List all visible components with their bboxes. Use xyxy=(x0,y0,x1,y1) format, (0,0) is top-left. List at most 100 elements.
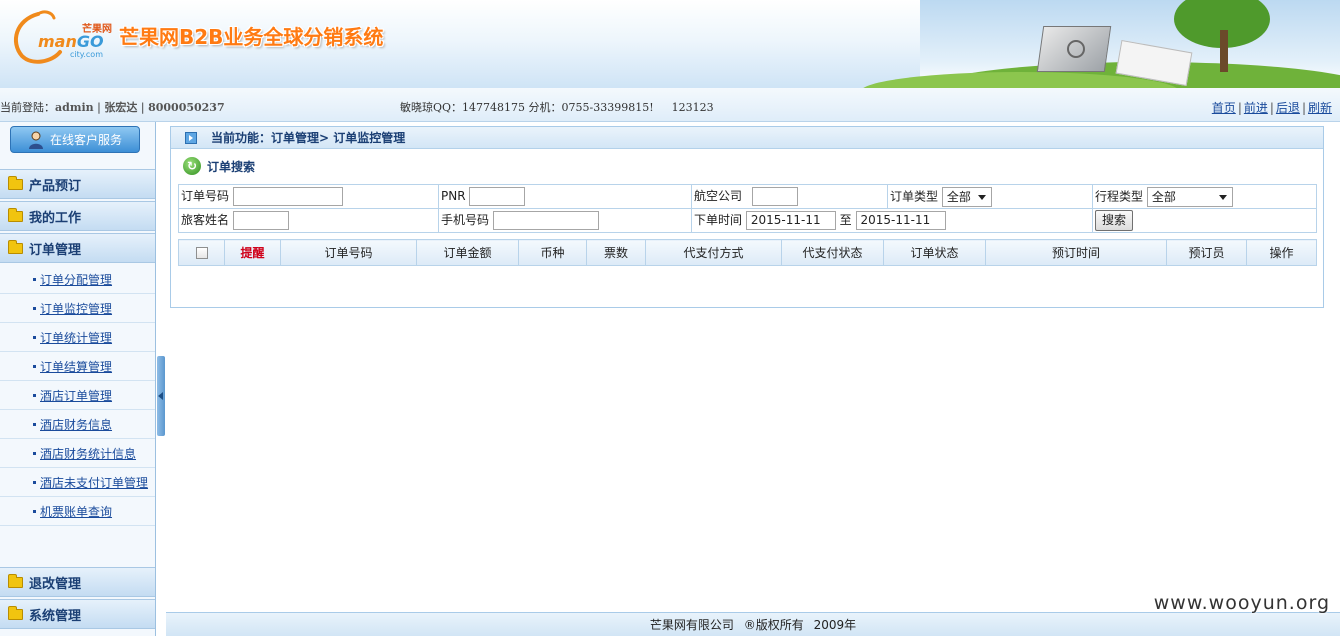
folder-icon xyxy=(8,573,23,588)
airline-input[interactable] xyxy=(751,187,798,206)
order-type-select[interactable]: 全部 xyxy=(941,186,992,207)
pnr-cell: PNR xyxy=(438,184,692,209)
online-service-label: 在线客户服务 xyxy=(49,133,122,147)
col-payment-status: 代支付状态 xyxy=(781,239,884,266)
folder-icon xyxy=(8,175,23,190)
watermark: www.wooyun.org xyxy=(1153,592,1330,614)
date-to-label: 至 xyxy=(839,213,852,227)
order-type-cell: 订单类型 全部 xyxy=(887,184,1093,209)
site-title: 芒果网B2B业务全球分销系统 xyxy=(119,25,384,49)
submenu-ticket-bills[interactable]: 机票账单查询 xyxy=(0,497,155,526)
menu-system-management[interactable]: 系统管理 xyxy=(0,599,155,629)
current-function-bar: 当前功能：订单管理> 订单监控管理 xyxy=(171,127,1323,149)
sidebar-collapse-handle[interactable] xyxy=(157,356,165,436)
submenu-hotel-unpaid[interactable]: 酒店未支付订单管理 xyxy=(0,468,155,497)
laptop-logo xyxy=(1067,40,1085,58)
header-row: 提醒 订单号码 订单金额 币种 票数 代支付方式 代支付状态 订单状态 预订时间… xyxy=(178,239,1317,266)
contact-code: 123123 xyxy=(671,101,714,114)
submenu-order-statistics[interactable]: 订单统计管理 xyxy=(0,323,155,352)
current-function-text: 当前功能：订单管理> 订单监控管理 xyxy=(211,131,406,145)
order-time-label: 下单时间 xyxy=(694,213,743,227)
nav-forward-link[interactable]: 前进 xyxy=(1244,101,1268,115)
footer-year: 2009年 xyxy=(813,618,857,632)
airline-cell: 航空公司 xyxy=(691,184,888,209)
col-order-amount: 订单金额 xyxy=(416,239,519,266)
date-from-input[interactable]: 2015-11-11 xyxy=(745,211,836,230)
search-button-cell: 搜索 xyxy=(1092,208,1317,233)
submenu-hotel-orders[interactable]: 酒店订单管理 xyxy=(0,381,155,410)
pnr-input[interactable] xyxy=(469,187,526,206)
select-all-cell xyxy=(178,239,225,266)
menu-label: 订单管理 xyxy=(29,242,82,258)
bullet-icon xyxy=(33,451,36,455)
folder-icon xyxy=(8,239,23,254)
passenger-input[interactable] xyxy=(232,211,289,230)
search-title: 订单搜索 xyxy=(207,159,256,174)
col-remind: 提醒 xyxy=(224,239,281,266)
separator: | xyxy=(140,101,145,114)
header-banner: 芒果网 manGO city.com 芒果网B2B业务全球分销系统 xyxy=(0,0,1340,88)
arrow-box-icon xyxy=(185,131,197,144)
chevron-down-icon xyxy=(1218,194,1227,200)
passenger-label: 旅客姓名 xyxy=(181,213,230,227)
submenu-order-allocation[interactable]: 订单分配管理 xyxy=(0,265,155,294)
submenu-link[interactable]: 机票账单查询 xyxy=(40,503,112,520)
search-button[interactable]: 搜索 xyxy=(1095,210,1134,231)
nav-home-link[interactable]: 首页 xyxy=(1212,101,1236,115)
submenu-link[interactable]: 订单统计管理 xyxy=(40,329,112,346)
tree-trunk xyxy=(1220,30,1228,72)
order-type-value: 全部 xyxy=(946,189,971,204)
mobile-input[interactable] xyxy=(492,211,599,230)
order-no-input[interactable] xyxy=(232,187,343,206)
order-submenu: 订单分配管理 订单监控管理 订单统计管理 订单结算管理 酒店订单管理 酒店财务信… xyxy=(0,265,155,526)
airline-label: 航空公司 xyxy=(694,189,743,203)
search-section-title: ↻ 订单搜索 xyxy=(171,149,1323,183)
login-name: 张宏达 xyxy=(104,101,138,114)
col-booker: 预订员 xyxy=(1166,239,1247,266)
submenu-link[interactable]: 酒店未支付订单管理 xyxy=(40,474,148,491)
submenu-link[interactable]: 订单结算管理 xyxy=(40,358,112,375)
bullet-icon xyxy=(33,422,36,426)
select-all-checkbox[interactable] xyxy=(195,247,208,259)
folder-icon xyxy=(8,605,23,620)
menu-label: 系统管理 xyxy=(29,608,82,624)
trip-type-value: 全部 xyxy=(1151,189,1176,204)
person-icon xyxy=(28,131,43,149)
footer-company: 芒果网有限公司 xyxy=(649,618,734,632)
separator: | xyxy=(97,101,101,114)
bullet-icon xyxy=(33,480,36,484)
date-to-input[interactable]: 2015-11-11 xyxy=(855,211,946,230)
mango-logo: 芒果网 manGO city.com xyxy=(8,8,112,66)
col-currency: 币种 xyxy=(518,239,587,266)
submenu-hotel-finance-stats[interactable]: 酒店财务统计信息 xyxy=(0,439,155,468)
submenu-order-monitor[interactable]: 订单监控管理 xyxy=(0,294,155,323)
logo-man: man xyxy=(38,32,77,51)
search-row: 订单号码 PNR 航空公司 订单类型 全部 行程类型 全部 xyxy=(178,184,1317,209)
main-panel: 当前功能：订单管理> 订单监控管理 ↻ 订单搜索 订单号码 PNR 航空公司 订… xyxy=(170,126,1324,308)
menu-label: 退改管理 xyxy=(29,576,82,592)
online-service-button[interactable]: 在线客户服务 xyxy=(10,126,140,153)
submenu-hotel-finance[interactable]: 酒店财务信息 xyxy=(0,410,155,439)
pnr-label: PNR xyxy=(441,189,466,203)
trip-type-label: 行程类型 xyxy=(1095,189,1144,203)
submenu-link[interactable]: 酒店财务统计信息 xyxy=(40,445,136,462)
menu-my-work[interactable]: 我的工作 xyxy=(0,201,155,231)
search-row: 旅客姓名 手机号码 下单时间 2015-11-11 至 2015-11-11 搜… xyxy=(178,208,1317,233)
logo-english-text: manGO xyxy=(38,32,104,51)
arrow-left-icon xyxy=(158,392,163,400)
submenu-link[interactable]: 酒店订单管理 xyxy=(40,387,112,404)
submenu-link[interactable]: 订单分配管理 xyxy=(40,271,112,288)
nav-back-link[interactable]: 后退 xyxy=(1276,101,1300,115)
nav-refresh-link[interactable]: 刷新 xyxy=(1308,101,1332,115)
menu-order-management[interactable]: 订单管理 xyxy=(0,233,155,263)
submenu-link[interactable]: 订单监控管理 xyxy=(40,300,112,317)
login-label: 当前登陆： xyxy=(0,101,55,114)
menu-product-booking[interactable]: 产品预订 xyxy=(0,169,155,199)
trip-type-select[interactable]: 全部 xyxy=(1146,186,1233,207)
menu-refund-change[interactable]: 退改管理 xyxy=(0,567,155,597)
logo-go: GO xyxy=(76,32,104,51)
trip-type-cell: 行程类型 全部 xyxy=(1092,184,1317,209)
submenu-link[interactable]: 酒店财务信息 xyxy=(40,416,112,433)
search-form: 订单号码 PNR 航空公司 订单类型 全部 行程类型 全部 旅客姓名 手机号码 … xyxy=(178,184,1317,233)
submenu-order-settlement[interactable]: 订单结算管理 xyxy=(0,352,155,381)
